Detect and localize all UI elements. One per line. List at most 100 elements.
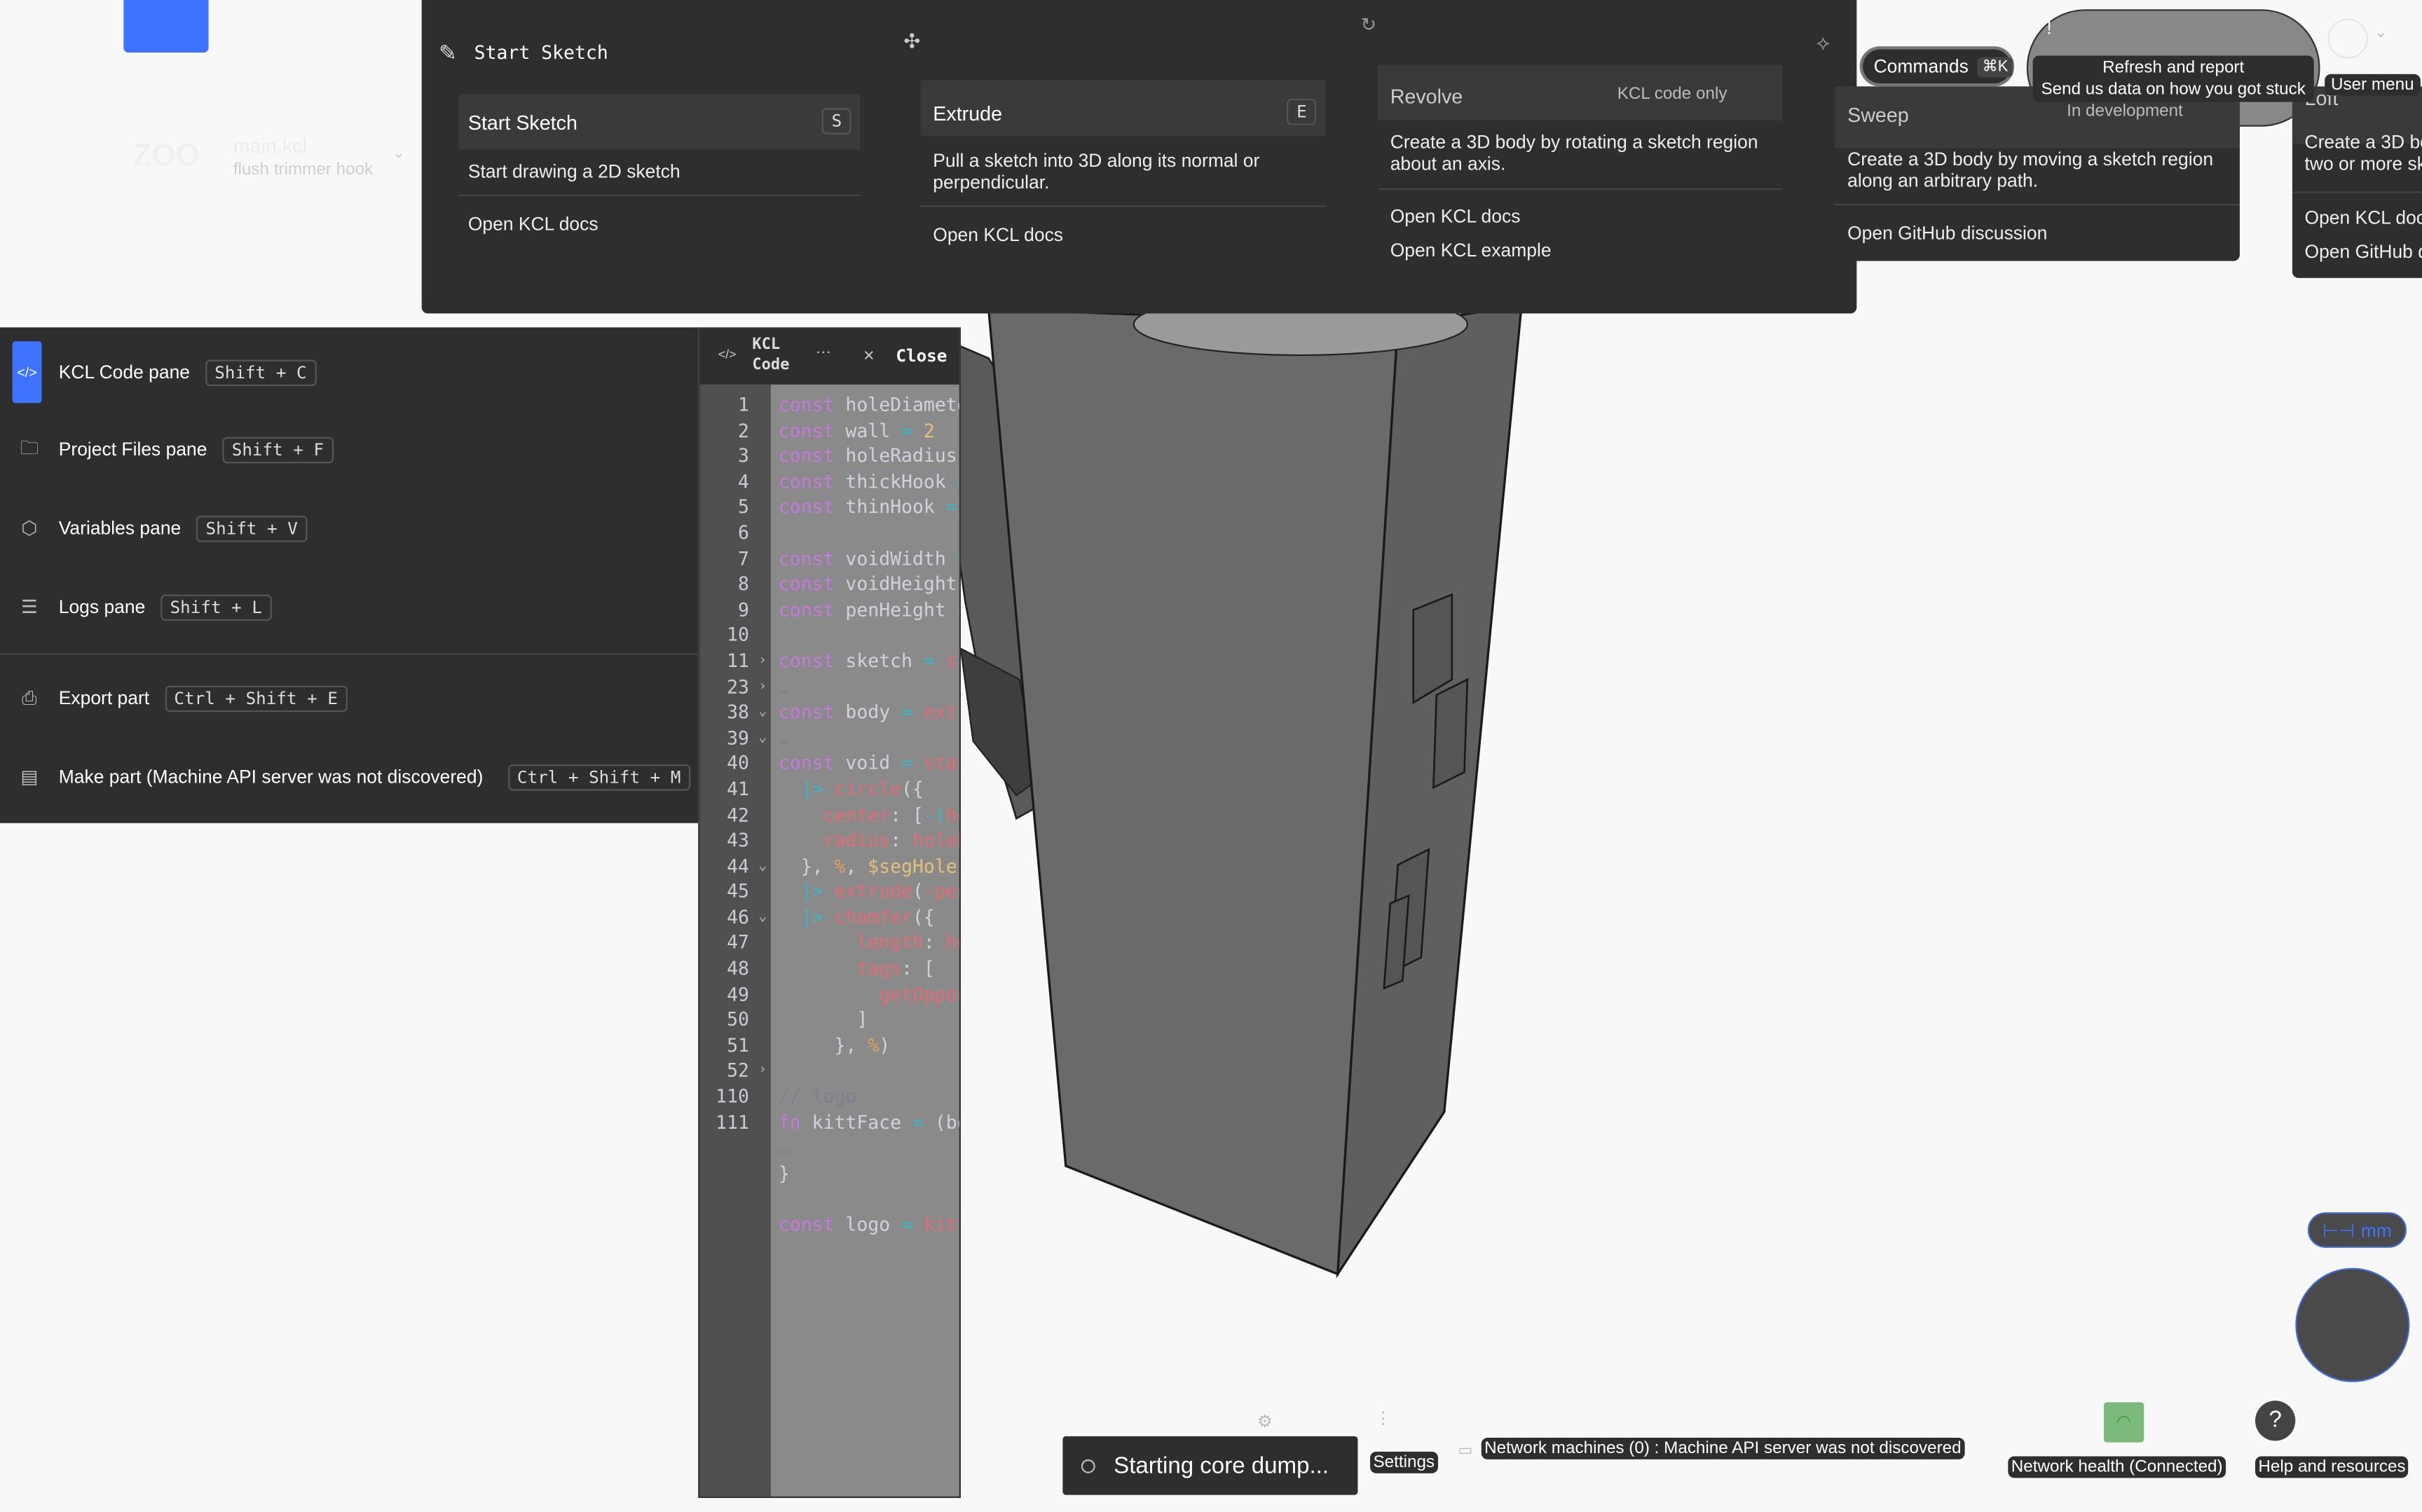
code-line[interactable]: const logo = kitt: [699, 1212, 959, 1238]
code-line[interactable]: [699, 1187, 959, 1213]
help-icon[interactable]: ?: [2255, 1401, 2296, 1441]
code-line[interactable]: 38 ⌄ const body = extr: [699, 700, 959, 726]
app-logo-tab[interactable]: [123, 0, 209, 53]
code-line[interactable]: 23 ›…: [699, 674, 959, 700]
fold-toggle-icon[interactable]: ⌄: [758, 725, 767, 751]
export-part-button[interactable]: ⎙ Export part Ctrl + Shift + E: [0, 667, 698, 729]
open-kcl-docs-link[interactable]: Open KCL docs: [468, 213, 598, 235]
pane-item-label: Project Files pane: [58, 438, 207, 460]
project-name[interactable]: flush trimmer hook: [233, 160, 373, 179]
fold-toggle-icon[interactable]: ›: [758, 649, 767, 675]
code-line[interactable]: 11 › const sketch = st: [699, 649, 959, 675]
open-kcl-example-link[interactable]: Open KCL example: [1390, 240, 1552, 261]
pane-item-kcl-code[interactable]: </> KCL Code pane Shift + C: [0, 341, 698, 404]
open-kcl-docs-link[interactable]: Open KCL docs: [933, 224, 1063, 246]
chevron-down-icon[interactable]: ⌄: [392, 145, 405, 162]
close-icon[interactable]: ×: [863, 345, 874, 366]
file-name[interactable]: main.kcl: [233, 135, 307, 158]
open-github-discussion-link[interactable]: Open GitHub discussion: [1847, 222, 2047, 244]
extrude-icon[interactable]: ✣: [903, 29, 920, 54]
close-button[interactable]: Close: [896, 346, 947, 366]
pane-item-logs[interactable]: ☰ Logs pane Shift + L: [0, 576, 698, 638]
avatar[interactable]: [2327, 18, 2368, 59]
code-text: }, %, $segHole): [779, 853, 959, 879]
code-line[interactable]: 46 ⌄ |> chamfer({: [699, 905, 959, 930]
code-line[interactable]: 41 |> circle({: [699, 776, 959, 802]
code-line[interactable]: 6: [699, 521, 959, 547]
code-line[interactable]: 47 length: ho: [699, 930, 959, 956]
menu-revolve-header[interactable]: Revolve KCL code only: [1378, 64, 1783, 121]
units-button[interactable]: ⊢⊣ mm: [2307, 1212, 2407, 1248]
code-token: const: [778, 650, 846, 672]
settings-icon[interactable]: ⋮: [1375, 1408, 1392, 1428]
code-line[interactable]: 3 const holeRadius: [699, 444, 959, 469]
code-line[interactable]: 43 radius: holeR: [699, 828, 959, 854]
code-line[interactable]: }: [699, 1161, 959, 1187]
fold-toggle-icon[interactable]: ⌄: [758, 700, 767, 726]
code-token: extrude: [834, 880, 912, 902]
code-token: =: [901, 1214, 924, 1236]
code-line[interactable]: 1 const holeDiamete: [699, 392, 961, 418]
open-kcl-docs-link[interactable]: Open KCL docs: [1390, 205, 1521, 227]
line-number: 8: [738, 573, 749, 595]
divider: [920, 205, 1326, 207]
code-line[interactable]: …: [699, 1135, 959, 1161]
fold-toggle-icon[interactable]: ›: [758, 1059, 767, 1085]
code-line[interactable]: 39 ⌄…: [699, 725, 959, 751]
code-line[interactable]: 48 tags: [: [699, 956, 959, 982]
make-part-button[interactable]: ▤ Make part (Machine API server was not …: [0, 746, 698, 808]
menu-start-sketch-header[interactable]: Start Sketch S: [458, 94, 861, 150]
network-health-icon[interactable]: ◠: [2103, 1402, 2144, 1443]
fold-toggle-icon[interactable]: ›: [758, 674, 767, 700]
code-editor[interactable]: 1 const holeDiamete 2 const wall = 2 3 const …: [699, 392, 961, 1238]
shortcut-badge: Shift + L: [160, 593, 272, 620]
code-pane-title: KCL Code: [752, 335, 789, 375]
line-number: 44: [727, 855, 749, 877]
line-number: 38: [727, 701, 749, 723]
open-github-discussion-link[interactable]: Open GitHub discussion: [2305, 241, 2422, 263]
code-line[interactable]: 52 ›: [699, 1059, 959, 1085]
open-kcl-docs-link[interactable]: Open KCL docs: [2305, 207, 2422, 228]
fold-toggle-icon[interactable]: ⌄: [758, 905, 767, 930]
code-line[interactable]: 51 }, %): [699, 1033, 959, 1059]
code-token: (bo: [934, 1111, 959, 1133]
list-icon: ☰: [20, 596, 38, 618]
network-machines-icon[interactable]: ▭: [1458, 1443, 1473, 1459]
code-text: length: ho: [779, 930, 959, 956]
code-line[interactable]: 111 fn kittFace = (bo: [699, 1110, 959, 1136]
pane-item-label: Variables pane: [58, 517, 182, 539]
view-gizmo[interactable]: [2295, 1267, 2410, 1382]
sweep-icon[interactable]: ⟡: [1817, 31, 1830, 55]
code-line[interactable]: 50 ]: [699, 1008, 959, 1033]
code-line[interactable]: 5 const thinHook =: [699, 495, 959, 521]
code-token: penHeight: [845, 598, 957, 621]
code-line[interactable]: 110 // logo: [699, 1084, 959, 1110]
pane-item-variables[interactable]: ⬡ Variables pane Shift + V: [0, 497, 698, 559]
more-options-button[interactable]: ···: [816, 345, 831, 362]
commands-button[interactable]: Commands ⌘K: [1859, 46, 2015, 87]
fold-toggle-icon[interactable]: ⌄: [758, 853, 767, 879]
start-sketch-button[interactable]: Start Sketch: [474, 42, 608, 64]
bug-icon[interactable]: ⚙: [1257, 1412, 1273, 1431]
code-line[interactable]: 8 const voidHeight: [699, 572, 959, 598]
code-token: =: [901, 701, 924, 723]
line-number: 7: [738, 547, 749, 570]
pane-menu: </> KCL Code pane Shift + C 🗀 Project Fi…: [0, 327, 699, 823]
revolve-icon[interactable]: ↻: [1361, 14, 1376, 36]
title-line: KCL: [752, 336, 781, 354]
pane-item-project-files[interactable]: 🗀 Project Files pane Shift + F: [0, 418, 698, 480]
code-line[interactable]: 7 const voidWidth =: [699, 546, 959, 572]
code-line[interactable]: 44 ⌄ }, %, $segHole): [699, 853, 959, 879]
code-line[interactable]: 10: [699, 623, 959, 649]
code-line[interactable]: 40 const void = star: [699, 751, 959, 777]
code-line[interactable]: 4 const thickHook =: [699, 469, 959, 495]
menu-extrude-header[interactable]: Extrude E: [920, 80, 1326, 136]
code-line[interactable]: 45 |> extrude(-pen: [699, 879, 959, 905]
code-line[interactable]: 49 getOppos: [699, 982, 959, 1008]
code-line[interactable]: 9 const penHeight =: [699, 597, 959, 623]
code-token: holeDiamete: [845, 394, 961, 415]
chevron-down-icon[interactable]: ⌄: [2374, 25, 2387, 41]
code-token: …: [778, 675, 790, 698]
code-line[interactable]: 2 const wall = 2: [699, 418, 959, 444]
code-line[interactable]: 42 center: [-(ho: [699, 802, 959, 828]
